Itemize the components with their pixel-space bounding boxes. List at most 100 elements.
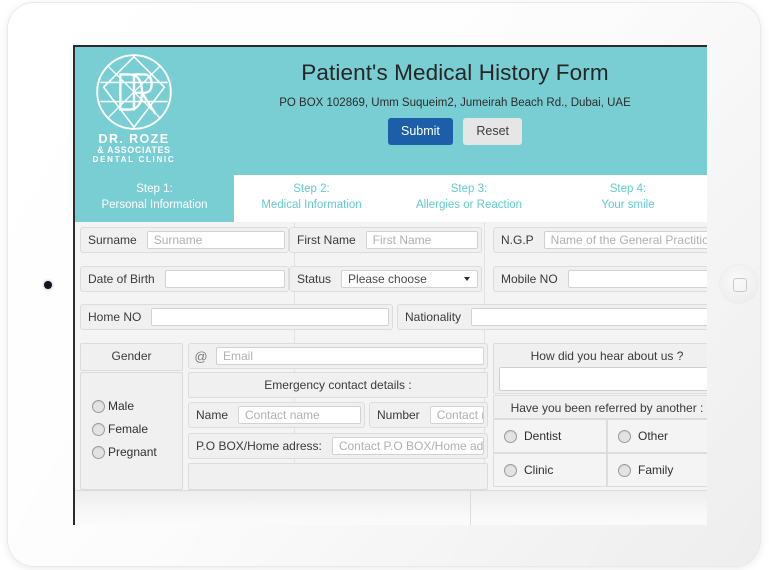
gender-options-panel: Male Female Pregnant: [80, 372, 183, 490]
emergency-name-label: Name: [196, 408, 229, 422]
step-3-number: Step 3:: [450, 183, 488, 195]
gender-option-male-label: Male: [108, 399, 135, 413]
form-header: DR. ROZE & ASSOCIATES DENTAL CLINIC Pati…: [75, 47, 707, 175]
status-label: Status: [297, 272, 332, 286]
dr-roze-monogram-icon: [96, 54, 172, 130]
submit-button[interactable]: Submit: [387, 118, 453, 145]
tablet-device: DR. ROZE & ASSOCIATES DENTAL CLINIC Pati…: [8, 3, 760, 566]
radio-female-icon[interactable]: [92, 422, 105, 436]
step-4-label: Your smile: [601, 199, 655, 212]
referred-option-clinic[interactable]: Clinic: [493, 453, 607, 487]
step-1-label: Personal Information: [101, 199, 208, 212]
date-of-birth-label: Date of Birth: [88, 272, 155, 286]
footer-divider: [470, 491, 471, 525]
ngp-input[interactable]: Name of the General Practitio: [543, 231, 707, 249]
gender-option-pregnant-label: Pregnant: [108, 445, 157, 459]
nationality-label: Nationality: [405, 310, 462, 324]
form-body: Surname Surname First Name First Name N.…: [75, 222, 707, 525]
first-name-field-group: First Name First Name: [289, 227, 482, 253]
gender-option-male[interactable]: Male: [92, 399, 182, 413]
referred-option-other-label: Other: [638, 429, 669, 443]
step-tabs: Step 1: Personal Information Step 2: Med…: [75, 175, 707, 222]
home-no-field-group: Home NO: [80, 304, 393, 330]
home-no-label: Home NO: [88, 310, 142, 324]
step-1-number: Step 1:: [136, 183, 173, 195]
mobile-no-label: Mobile NO: [501, 272, 558, 286]
at-sign-icon: @: [194, 348, 208, 364]
clinic-address: PO BOX 102869, Umm Suqueim2, Jumeirah Be…: [279, 97, 631, 109]
mobile-no-input[interactable]: [567, 270, 707, 288]
ngp-label: N.G.P: [501, 233, 534, 247]
email-input[interactable]: Email: [216, 347, 484, 365]
ngp-field-group: N.G.P Name of the General Practitio: [493, 227, 707, 253]
referred-option-family[interactable]: Family: [607, 453, 707, 487]
hear-about-us-panel: How did you hear about us ?: [493, 343, 707, 394]
referred-by-question: Have you been referred by another :: [510, 401, 704, 415]
surname-label: Surname: [88, 233, 137, 247]
referred-option-dentist[interactable]: Dentist: [493, 419, 607, 453]
tab-step-3-allergies-or-reaction[interactable]: Step 3: Allergies or Reaction: [389, 175, 549, 222]
date-of-birth-field-group: Date of Birth: [80, 266, 289, 292]
emergency-pobox-label: P.O BOX/Home adress:: [196, 439, 322, 453]
emergency-number-label: Number: [377, 408, 420, 422]
referred-option-dentist-label: Dentist: [524, 429, 562, 443]
chevron-down-icon: [464, 277, 470, 281]
hear-about-us-question: How did you hear about us ?: [530, 349, 684, 363]
hear-about-us-input[interactable]: [499, 367, 707, 391]
clinic-logo: DR. ROZE & ASSOCIATES DENTAL CLINIC: [86, 52, 182, 170]
nationality-input[interactable]: [471, 308, 707, 326]
gender-option-female[interactable]: Female: [92, 422, 182, 436]
emergency-name-input[interactable]: Contact name: [238, 406, 361, 424]
front-camera-icon: [44, 281, 52, 289]
first-name-label: First Name: [297, 233, 356, 247]
emergency-number-field-group: Number Contact num: [369, 402, 488, 428]
step-4-number: Step 4:: [609, 183, 647, 195]
logo-line-3: DENTAL CLINIC: [92, 154, 176, 164]
status-field-group: Status Please choose: [289, 266, 482, 292]
gender-label: Gender: [111, 349, 152, 363]
radio-other-icon[interactable]: [618, 429, 631, 443]
date-of-birth-input[interactable]: [164, 270, 285, 288]
tab-step-1-personal-information[interactable]: Step 1: Personal Information: [75, 175, 234, 222]
home-button[interactable]: [720, 265, 758, 303]
status-selected-value: Please choose: [348, 272, 427, 286]
status-select[interactable]: Please choose: [341, 270, 478, 288]
home-no-input[interactable]: [151, 308, 389, 326]
emergency-pobox-input[interactable]: Contact P.O BOX/Home adres: [331, 437, 484, 455]
surname-field-group: Surname Surname: [80, 227, 289, 253]
home-button-square-icon: [733, 278, 747, 292]
email-field-group: @ Email: [188, 343, 488, 369]
referred-option-clinic-label: Clinic: [524, 463, 554, 477]
step-2-label: Medical Information: [261, 199, 362, 212]
emergency-pobox-field-group: P.O BOX/Home adress: Contact P.O BOX/Hom…: [188, 433, 488, 459]
radio-clinic-icon[interactable]: [504, 463, 517, 477]
gender-option-female-label: Female: [108, 422, 149, 436]
tablet-screen: DR. ROZE & ASSOCIATES DENTAL CLINIC Pati…: [73, 45, 707, 525]
clinic-logo-text: DR. ROZE & ASSOCIATES DENTAL CLINIC: [86, 132, 182, 165]
reset-button[interactable]: Reset: [463, 118, 522, 145]
gender-label-panel: Gender: [80, 343, 183, 371]
radio-family-icon[interactable]: [618, 463, 631, 477]
tab-step-2-medical-information[interactable]: Step 2: Medical Information: [234, 175, 389, 222]
surname-input[interactable]: Surname: [146, 231, 285, 249]
radio-male-icon[interactable]: [92, 399, 105, 413]
logo-line-1: DR. ROZE: [98, 132, 170, 146]
radio-pregnant-icon[interactable]: [92, 445, 105, 459]
emergency-filler-panel: [188, 463, 488, 490]
emergency-name-field-group: Name Contact name: [188, 402, 365, 428]
referred-option-other[interactable]: Other: [607, 419, 707, 453]
radio-dentist-icon[interactable]: [504, 429, 517, 443]
step-2-number: Step 2:: [293, 183, 330, 195]
gender-option-pregnant[interactable]: Pregnant: [92, 445, 182, 459]
emergency-number-input[interactable]: Contact num: [429, 406, 484, 424]
step-3-label: Allergies or Reaction: [415, 199, 523, 212]
emergency-contact-title: Emergency contact details :: [264, 378, 412, 392]
nationality-field-group: Nationality: [397, 304, 707, 330]
tab-step-4-your-smile[interactable]: Step 4: Your smile: [549, 175, 707, 222]
referred-option-family-label: Family: [638, 463, 674, 477]
emergency-contact-title-panel: Emergency contact details :: [188, 372, 488, 398]
page-title: Patient's Medical History Form: [301, 60, 609, 85]
first-name-input[interactable]: First Name: [365, 231, 478, 249]
referred-by-title-panel: Have you been referred by another :: [493, 395, 707, 419]
mobile-no-field-group: Mobile NO: [493, 266, 707, 292]
